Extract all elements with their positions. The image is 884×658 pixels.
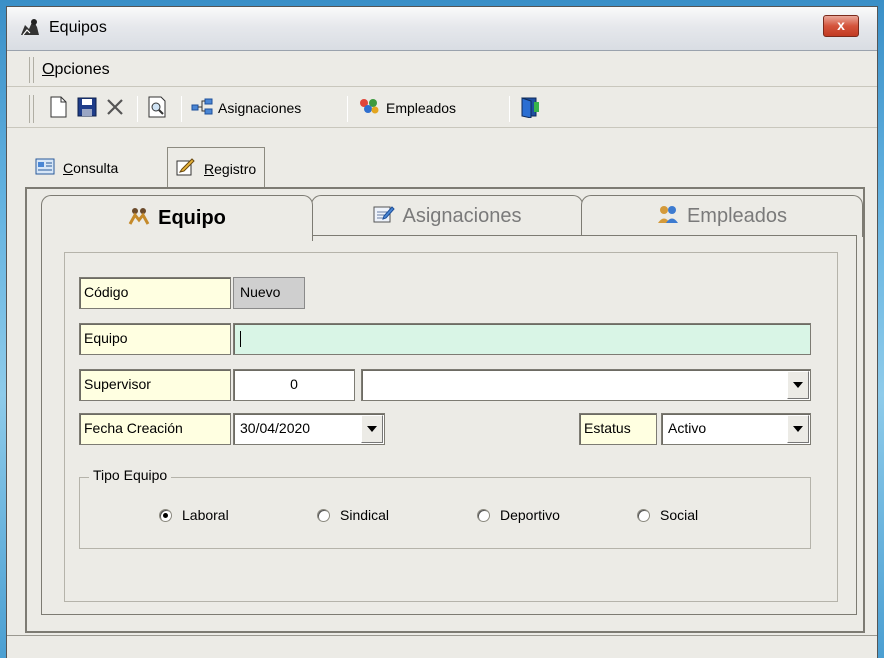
tab-registro-accel: R	[204, 160, 215, 177]
radio-checked-icon	[159, 508, 172, 522]
toolbar-separator	[509, 96, 510, 122]
supervisor-select[interactable]	[361, 369, 811, 401]
asignaciones-toolbar-label: Asignaciones	[218, 100, 302, 116]
tab-empleados[interactable]: Empleados	[581, 195, 863, 237]
radio-unchecked-icon	[477, 508, 490, 522]
equipo-input[interactable]	[233, 323, 811, 355]
tab-asignaciones[interactable]: Asignaciones	[311, 195, 583, 237]
registro-panel: Equipo Asignaciones Empleados	[25, 187, 865, 633]
assignments-icon	[191, 98, 213, 119]
asignaciones-tab-icon	[373, 204, 395, 230]
fecha-creacion-label: Fecha Creación	[79, 413, 231, 445]
text-caret	[240, 331, 241, 348]
radio-laboral[interactable]: Laboral	[159, 507, 229, 523]
tab-consulta-label: Consulta	[63, 160, 118, 176]
menu-grip	[29, 57, 34, 83]
new-button[interactable]	[49, 96, 67, 120]
new-document-icon	[49, 96, 67, 121]
tab-consulta-accel: C	[63, 160, 74, 176]
delete-button[interactable]	[105, 96, 125, 120]
tab-consulta[interactable]: Consulta	[27, 149, 126, 187]
tab-registro[interactable]: Registro	[167, 147, 266, 189]
equipos-window: Equipos x Opciones Asignaciones Empleado…	[6, 6, 878, 658]
empleados-toolbar-label: Empleados	[386, 100, 457, 116]
tab-equipo-label: Equipo	[158, 207, 226, 229]
chevron-down-icon	[793, 382, 803, 388]
supervisor-label: Supervisor	[79, 369, 231, 401]
tab-equipo[interactable]: Equipo	[41, 195, 313, 241]
estatus-select[interactable]: Activo	[661, 413, 811, 445]
save-icon	[77, 97, 97, 120]
consulta-icon	[35, 158, 55, 179]
registro-icon	[176, 158, 196, 179]
chevron-down-icon	[793, 426, 803, 432]
equipo-label: Equipo	[79, 323, 231, 355]
tab-empleados-label: Empleados	[686, 205, 788, 227]
radio-social-label: Social	[660, 507, 699, 523]
asignaciones-toolbar-button[interactable]: Asignaciones	[191, 96, 301, 120]
preview-icon	[147, 96, 167, 121]
equipo-tab-icon	[128, 206, 150, 232]
preview-button[interactable]	[147, 96, 167, 120]
exit-button[interactable]	[519, 96, 541, 120]
inner-tab-strip: Equipo Asignaciones Empleados	[41, 195, 863, 241]
employees-icon	[357, 97, 381, 120]
status-bar-divider	[7, 635, 877, 636]
codigo-value: Nuevo	[233, 277, 305, 309]
tab-consulta-rest: onsulta	[73, 160, 119, 176]
menu-opciones-accel: O	[42, 61, 55, 78]
close-icon: x	[837, 17, 845, 33]
toolbar-separator	[137, 96, 138, 122]
menu-bar: Opciones	[7, 51, 877, 87]
date-dropdown-button[interactable]	[361, 415, 383, 443]
radio-sindical[interactable]: Sindical	[317, 507, 389, 523]
chevron-down-icon	[367, 426, 377, 432]
toolbar-separator	[181, 96, 182, 122]
window-title: Equipos	[49, 19, 107, 36]
tab-asignaciones-label: Asignaciones	[402, 205, 522, 227]
title-bar: Equipos x	[7, 7, 877, 51]
estatus-label: Estatus	[579, 413, 657, 445]
estatus-dropdown-button[interactable]	[787, 415, 809, 443]
exit-icon	[519, 96, 541, 121]
supervisor-dropdown-button[interactable]	[787, 371, 809, 399]
close-button[interactable]: x	[823, 15, 859, 37]
save-button[interactable]	[77, 96, 97, 120]
outer-tab-strip: Consulta Registro	[7, 147, 877, 189]
delete-icon	[105, 97, 125, 120]
radio-social[interactable]: Social	[637, 507, 698, 523]
menu-opciones[interactable]: Opciones	[42, 61, 110, 79]
radio-sindical-label: Sindical	[340, 507, 390, 523]
fecha-creacion-value: 30/04/2020	[240, 420, 311, 436]
toolbar-separator	[347, 96, 348, 122]
empleados-toolbar-button[interactable]: Empleados	[357, 96, 456, 120]
codigo-label: Código	[79, 277, 231, 309]
toolbar-grip	[29, 95, 34, 123]
radio-unchecked-icon	[317, 508, 330, 522]
radio-deportivo[interactable]: Deportivo	[477, 507, 560, 523]
fecha-creacion-picker[interactable]: 30/04/2020	[233, 413, 385, 445]
tipo-equipo-legend: Tipo Equipo	[89, 467, 172, 483]
estatus-select-value: Activo	[668, 420, 707, 436]
radio-deportivo-label: Deportivo	[500, 507, 560, 523]
tab-registro-rest: egistro	[214, 160, 257, 177]
toolbar: Asignaciones Empleados	[7, 88, 877, 128]
tab-registro-label: Registro	[204, 161, 256, 177]
app-logo-icon	[19, 17, 41, 37]
radio-laboral-label: Laboral	[182, 507, 229, 523]
menu-opciones-label: pciones	[54, 61, 110, 78]
radio-unchecked-icon	[637, 508, 650, 522]
supervisor-id-input[interactable]: 0	[233, 369, 355, 401]
empleados-tab-icon	[657, 204, 679, 230]
